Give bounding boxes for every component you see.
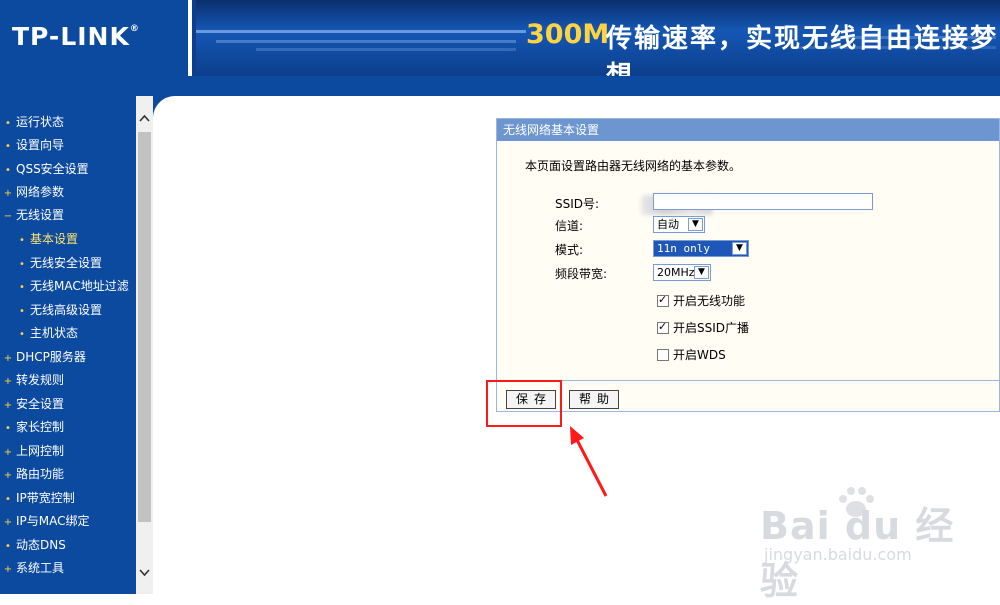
sidebar-item-ip-mac-binding[interactable]: + IP与MAC绑定 (0, 511, 136, 531)
sidebar-item-dhcp[interactable]: + DHCP服务器 (0, 347, 136, 367)
header: TP-LINK® 300M 传输速率，实现无线自由连接梦想 (0, 0, 1000, 76)
baidu-watermark: Bai du 经验 jingyan.baidu.com (760, 487, 990, 603)
panel-title: 无线网络基本设置 (497, 119, 999, 141)
panel-divider (497, 380, 999, 381)
sidebar-item-parental-control[interactable]: • 家长控制 (0, 417, 136, 437)
main-top-curve (153, 96, 1000, 118)
sidebar-item-qss[interactable]: • QSS安全设置 (0, 159, 136, 179)
bandwidth-label: 频段带宽: (555, 267, 608, 281)
enable-wds-checkbox[interactable] (657, 349, 669, 361)
channel-select[interactable]: 自动 ▼ (653, 216, 705, 233)
annotation-arrow-icon (570, 426, 608, 497)
ssid-input[interactable] (653, 193, 873, 210)
panel-description: 本页面设置路由器无线网络的基本参数。 (525, 159, 742, 173)
sidebar-item-network[interactable]: + 网络参数 (0, 182, 136, 202)
sidebar-item-running-status[interactable]: • 运行状态 (0, 112, 136, 132)
slogan-text: 传输速率，实现无线自由连接梦想 (606, 24, 999, 76)
sidebar-item-wireless-security[interactable]: • 无线安全设置 (0, 253, 136, 273)
sidebar-item-wireless[interactable]: − 无线设置 (0, 205, 136, 225)
sidebar-item-forwarding[interactable]: + 转发规则 (0, 370, 136, 390)
bandwidth-select[interactable]: 20MHz ▼ (653, 264, 711, 281)
watermark-sub: jingyan.baidu.com (764, 545, 912, 564)
sidebar-item-host-status[interactable]: • 主机状态 (0, 323, 136, 343)
sidebar-item-wireless-advanced[interactable]: • 无线高级设置 (0, 300, 136, 320)
logo-area: TP-LINK® (0, 0, 192, 76)
sidebar-item-setup-wizard[interactable]: • 设置向导 (0, 135, 136, 155)
tp-link-logo: TP-LINK® (12, 22, 140, 51)
sidebar-item-mac-filter[interactable]: • 无线MAC地址过滤 (0, 276, 136, 296)
scroll-up-icon[interactable] (136, 110, 153, 127)
sidebar-item-ddns[interactable]: • 动态DNS (0, 535, 136, 555)
wireless-basic-settings-panel: 无线网络基本设置 本页面设置路由器无线网络的基本参数。 SSID号: 信道: 自… (496, 118, 1000, 412)
sidebar-item-routing[interactable]: + 路由功能 (0, 464, 136, 484)
enable-wireless-option[interactable]: 开启无线功能 (657, 292, 745, 309)
sidebar-item-access-control[interactable]: + 上网控制 (0, 441, 136, 461)
enable-wds-option[interactable]: 开启WDS (657, 346, 726, 363)
chevron-down-icon[interactable]: ▼ (732, 242, 747, 255)
enable-ssid-broadcast-option[interactable]: 开启SSID广播 (657, 319, 749, 336)
sidebar-item-ip-bandwidth[interactable]: • IP带宽控制 (0, 488, 136, 508)
ssid-label: SSID号: (555, 197, 600, 211)
help-button[interactable]: 帮助 (569, 390, 619, 409)
channel-label: 信道: (555, 219, 584, 233)
sidebar-item-system-tools[interactable]: + 系统工具 (0, 558, 136, 578)
sidebar-nav: • 运行状态 • 设置向导 • QSS安全设置 + 网络参数 − 无线设置 • 基本设置 •… (0, 96, 136, 594)
sidebar-item-basic-settings[interactable]: • 基本设置 (0, 229, 136, 249)
mode-select[interactable]: 11n only ▼ (653, 240, 749, 257)
enable-wireless-checkbox[interactable] (657, 293, 669, 307)
enable-ssid-broadcast-checkbox[interactable] (657, 320, 669, 334)
scroll-thumb[interactable] (138, 132, 151, 522)
sidebar-item-security[interactable]: + 安全设置 (0, 394, 136, 414)
sidebar-scrollbar[interactable] (136, 96, 153, 594)
banner: 300M 传输速率，实现无线自由连接梦想 (196, 0, 1000, 76)
header-bottom-bar (0, 76, 1000, 96)
scroll-down-icon[interactable] (136, 564, 153, 581)
annotation-highlight-box (486, 380, 562, 427)
chevron-down-icon[interactable]: ▼ (688, 218, 703, 231)
mode-label: 模式: (555, 243, 584, 257)
chevron-down-icon[interactable]: ▼ (694, 266, 709, 279)
slogan-number: 300M (526, 19, 610, 50)
